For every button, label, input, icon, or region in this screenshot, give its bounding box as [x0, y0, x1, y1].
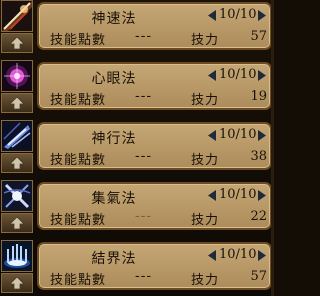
level-decrease-arrow-icon[interactable] [206, 189, 219, 202]
skill-icon-column [0, 0, 34, 54]
up-arrow-icon [9, 276, 25, 290]
skill-name: 結界法 [91, 251, 137, 267]
skill-info-box: 心眼法 10/10 技能點數 --- 技力 19 [37, 62, 272, 110]
level-decrease-arrow-icon[interactable] [206, 69, 219, 82]
upgrade-button[interactable] [1, 153, 33, 173]
upgrade-button[interactable] [1, 213, 33, 233]
lightning-strike-icon[interactable] [1, 0, 33, 32]
scrollbar-track[interactable] [271, 0, 274, 296]
skill-icon-column [0, 60, 34, 114]
skill-row: 神速法 10/10 技能點數 --- 技力 57 [0, 0, 274, 54]
level-decrease-arrow-icon[interactable] [206, 249, 219, 262]
level-increase-arrow-icon[interactable] [255, 9, 268, 22]
upgrade-button[interactable] [1, 33, 33, 53]
skill-row: 心眼法 10/10 技能點數 --- 技力 19 [0, 60, 274, 114]
energy-gather-icon[interactable] [1, 180, 33, 212]
skill-level-selector: 10/10 [206, 247, 272, 266]
skill-power-value: 22 [250, 209, 267, 224]
skill-level-selector: 10/10 [206, 7, 272, 26]
skill-info-box: 集氣法 10/10 技能點數 --- 技力 22 [37, 182, 272, 230]
skill-power-value: 57 [250, 269, 267, 284]
level-increase-arrow-icon[interactable] [255, 189, 268, 202]
skill-power-label: 技力 [191, 153, 220, 168]
skill-name: 神速法 [91, 11, 137, 27]
up-arrow-icon [9, 216, 25, 230]
skill-info-box: 結界法 10/10 技能點數 --- 技力 57 [37, 242, 272, 290]
skill-level-selector: 10/10 [206, 187, 272, 206]
skill-power-value: 19 [250, 89, 267, 104]
skill-points-label: 技能點數 [50, 93, 107, 108]
skill-info-box: 神速法 10/10 技能點數 --- 技力 57 [37, 2, 272, 50]
up-arrow-icon [9, 156, 25, 170]
skill-icon-column [0, 240, 34, 294]
skill-level: 10/10 [219, 127, 257, 142]
winged-boot-icon[interactable] [1, 120, 33, 152]
level-increase-arrow-icon[interactable] [255, 69, 268, 82]
skill-power-label: 技力 [191, 33, 220, 48]
up-arrow-icon [9, 36, 25, 50]
skill-row: 神行法 10/10 技能點數 --- 技力 38 [0, 120, 274, 174]
skill-points-value: --- [135, 269, 153, 284]
skill-points-value: --- [135, 89, 153, 104]
skill-power-value: 38 [250, 149, 267, 164]
skill-points-value: --- [135, 29, 153, 44]
skill-points-label: 技能點數 [50, 273, 107, 288]
skill-level: 10/10 [219, 7, 257, 22]
skill-power-value: 57 [250, 29, 267, 44]
skill-level: 10/10 [219, 67, 257, 82]
level-increase-arrow-icon[interactable] [255, 249, 268, 262]
skill-row: 結界法 10/10 技能點數 --- 技力 57 [0, 240, 274, 294]
skill-power-label: 技力 [191, 213, 220, 228]
level-increase-arrow-icon[interactable] [255, 129, 268, 142]
skill-panel: 神速法 10/10 技能點數 --- 技力 57 心眼法 10/10 技能點數 … [0, 0, 274, 296]
skill-level: 10/10 [219, 187, 257, 202]
skill-name: 心眼法 [91, 71, 137, 87]
skill-points-value: --- [135, 149, 153, 164]
skill-power-label: 技力 [191, 273, 220, 288]
skill-power-label: 技力 [191, 93, 220, 108]
skill-points-label: 技能點數 [50, 213, 107, 228]
skill-points-label: 技能點數 [50, 33, 107, 48]
skill-icon-column [0, 120, 34, 174]
level-decrease-arrow-icon[interactable] [206, 9, 219, 22]
up-arrow-icon [9, 96, 25, 110]
skill-level-selector: 10/10 [206, 67, 272, 86]
glowing-eye-orb-icon[interactable] [1, 60, 33, 92]
skill-icon-column [0, 180, 34, 234]
skill-name: 集氣法 [91, 191, 137, 207]
level-decrease-arrow-icon[interactable] [206, 129, 219, 142]
skill-row: 集氣法 10/10 技能點數 --- 技力 22 [0, 180, 274, 234]
skill-points-value: --- [135, 209, 153, 224]
skill-info-box: 神行法 10/10 技能點數 --- 技力 38 [37, 122, 272, 170]
skill-level-selector: 10/10 [206, 127, 272, 146]
skill-level: 10/10 [219, 247, 257, 262]
skill-points-label: 技能點數 [50, 153, 107, 168]
skill-name: 神行法 [91, 131, 137, 147]
upgrade-button[interactable] [1, 273, 33, 293]
upgrade-button[interactable] [1, 93, 33, 113]
barrier-icon[interactable] [1, 240, 33, 272]
